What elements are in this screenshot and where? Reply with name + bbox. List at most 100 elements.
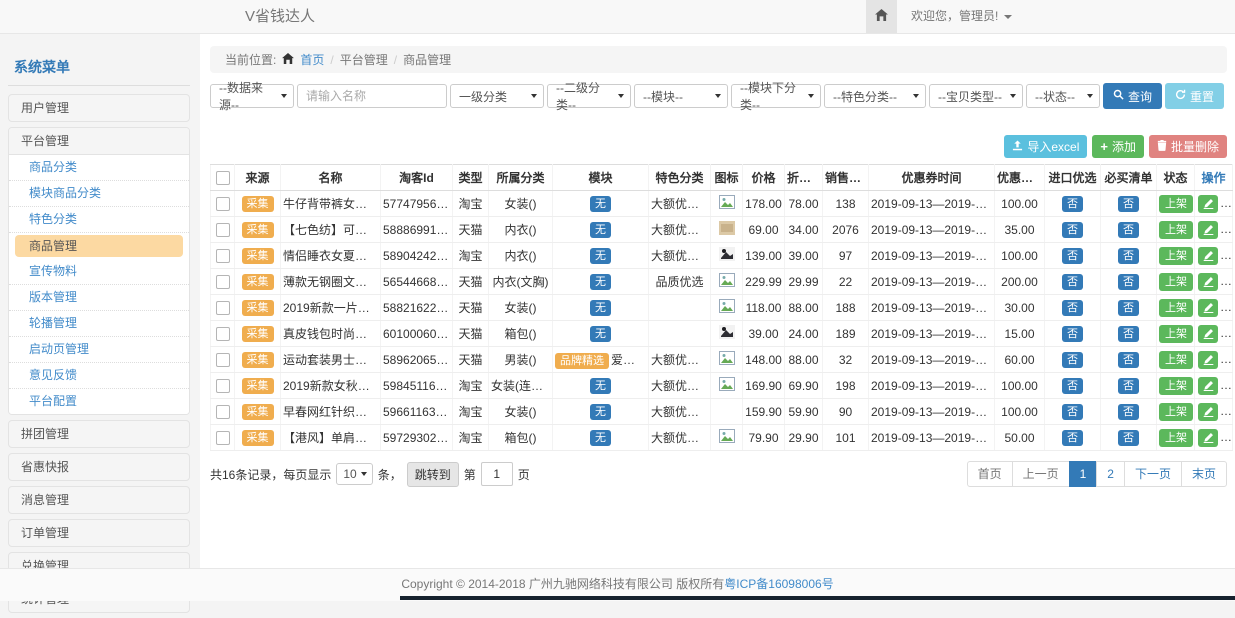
price: 118.00 — [743, 295, 785, 321]
operations-cell — [1195, 191, 1233, 217]
filter-select[interactable]: --二级分类-- — [547, 84, 631, 108]
page-button[interactable]: 末页 — [1181, 461, 1227, 487]
coupon-time: 2019-09-13—2019-09-17 — [869, 269, 995, 295]
edit-button[interactable] — [1198, 247, 1218, 265]
table-head: 来源名称淘客Id类型所属分类模块特色分类图标价格折后价销售数量优惠券时间优惠券金… — [211, 165, 1233, 191]
page-button[interactable]: 1 — [1069, 461, 1098, 487]
name-search-input[interactable] — [297, 84, 447, 108]
edit-button[interactable] — [1198, 195, 1218, 213]
sidebar-item[interactable]: 轮播管理 — [9, 311, 189, 337]
sales-count: 138 — [823, 191, 869, 217]
edit-button[interactable] — [1198, 377, 1218, 395]
feature-category: 大额优惠券 — [649, 425, 711, 451]
filter-select[interactable]: --数据来源-- — [210, 84, 294, 108]
source-badge: 采集 — [242, 430, 274, 446]
row-checkbox[interactable] — [216, 353, 230, 367]
search-button[interactable]: 查询 — [1103, 83, 1162, 109]
operations-cell — [1195, 399, 1233, 425]
taoke-id: 588216228899 — [381, 295, 453, 321]
sidebar-item[interactable]: 意见反馈 — [9, 363, 189, 389]
price: 169.90 — [743, 373, 785, 399]
filter-select-label: 一级分类 — [459, 88, 507, 105]
sidebar-item[interactable]: 商品管理 — [15, 235, 183, 257]
icp-link[interactable]: 粤ICP备16098006号 — [724, 577, 833, 591]
sidebar-group-header[interactable]: 拼团管理 — [8, 420, 190, 448]
add-button[interactable]: + 添加 — [1092, 135, 1144, 158]
edit-button[interactable] — [1198, 273, 1218, 291]
sidebar: 系统菜单 用户管理平台管理商品分类模块商品分类特色分类商品管理宣传物料版本管理轮… — [8, 55, 190, 618]
table-row: 采集【七色纺】可爱纯棉家...588869917501天猫内衣()无大额优惠券6… — [211, 217, 1233, 243]
source-badge: 采集 — [242, 222, 274, 238]
import-excel-button[interactable]: 导入excel — [1004, 135, 1087, 158]
product-name: 情侣睡衣女夏丝绸男士... — [281, 243, 381, 269]
per-page-select[interactable]: 10 — [336, 463, 372, 485]
filter-select[interactable]: --状态-- — [1026, 84, 1100, 108]
row-checkbox[interactable] — [216, 275, 230, 289]
sidebar-item[interactable]: 启动页管理 — [9, 337, 189, 363]
select-all-checkbox[interactable] — [216, 171, 230, 185]
per-page-unit-text: 条， — [378, 466, 402, 483]
page-button[interactable]: 2 — [1096, 461, 1125, 487]
coupon-amount: 60.00 — [995, 347, 1045, 373]
module-badge: 无 — [590, 196, 611, 212]
user-menu[interactable]: 欢迎您，管理员! — [897, 0, 1028, 33]
sales-count: 22 — [823, 269, 869, 295]
page-button[interactable]: 首页 — [967, 461, 1013, 487]
row-checkbox[interactable] — [216, 249, 230, 263]
chevron-down-icon — [618, 94, 624, 98]
edit-button[interactable] — [1198, 299, 1218, 317]
must-buy-badge: 否 — [1118, 300, 1139, 316]
source-badge: 采集 — [242, 274, 274, 290]
filter-select[interactable]: --宝贝类型-- — [929, 84, 1023, 108]
filter-select[interactable]: --特色分类-- — [824, 84, 926, 108]
edit-button[interactable] — [1198, 429, 1218, 447]
filter-select[interactable]: 一级分类 — [450, 84, 544, 108]
sidebar-item[interactable]: 模块商品分类 — [9, 181, 189, 207]
sidebar-group-header[interactable]: 平台管理 — [9, 128, 189, 155]
batch-delete-label: 批量删除 — [1171, 138, 1219, 155]
sales-count: 101 — [823, 425, 869, 451]
edit-button[interactable] — [1198, 351, 1218, 369]
sidebar-item[interactable]: 平台配置 — [9, 389, 189, 414]
sidebar-item[interactable]: 宣传物料 — [9, 259, 189, 285]
coupon-time: 2019-09-13—2019-09-18 — [869, 425, 995, 451]
sidebar-group-header[interactable]: 省惠快报 — [8, 453, 190, 481]
sidebar-item[interactable]: 特色分类 — [9, 207, 189, 233]
page-button[interactable]: 上一页 — [1012, 461, 1070, 487]
import-select-badge: 否 — [1062, 196, 1083, 212]
filter-select-label: --宝贝类型-- — [938, 88, 1002, 105]
page-button[interactable]: 下一页 — [1124, 461, 1182, 487]
batch-delete-button[interactable]: 批量删除 — [1149, 135, 1227, 158]
reset-button[interactable]: 重置 — [1165, 83, 1224, 109]
column-header-feature-category: 特色分类 — [649, 165, 711, 191]
product-category: 内衣() — [489, 217, 553, 243]
row-checkbox[interactable] — [216, 327, 230, 341]
breadcrumb-home-link[interactable]: 首页 — [300, 51, 324, 68]
row-checkbox[interactable] — [216, 301, 230, 315]
taoke-id: 589620659791 — [381, 347, 453, 373]
filter-select[interactable]: --模块-- — [634, 84, 728, 108]
sidebar-group-header[interactable]: 消息管理 — [8, 486, 190, 514]
product-category: 女装() — [489, 191, 553, 217]
top-header: V省钱达人 欢迎您，管理员! — [0, 0, 1235, 34]
row-checkbox[interactable] — [216, 197, 230, 211]
sales-count: 188 — [823, 295, 869, 321]
edit-button[interactable] — [1198, 221, 1218, 239]
sidebar-group-header[interactable]: 订单管理 — [8, 519, 190, 547]
sidebar-item[interactable]: 版本管理 — [9, 285, 189, 311]
row-checkbox[interactable] — [216, 405, 230, 419]
sidebar-group-header[interactable]: 用户管理 — [8, 94, 190, 122]
app-title: V省钱达人 — [245, 0, 315, 33]
refresh-icon — [1175, 89, 1186, 103]
row-checkbox[interactable] — [216, 223, 230, 237]
edit-button[interactable] — [1198, 403, 1218, 421]
edit-button[interactable] — [1198, 325, 1218, 343]
page-number-input[interactable] — [481, 462, 513, 486]
jump-button[interactable]: 跳转到 — [407, 462, 459, 487]
row-checkbox[interactable] — [216, 431, 230, 445]
filter-select[interactable]: --模块下分类-- — [731, 84, 821, 108]
sidebar-item[interactable]: 商品分类 — [9, 155, 189, 181]
sidebar-group: 省惠快报 — [8, 453, 190, 481]
home-button[interactable] — [866, 0, 897, 33]
row-checkbox[interactable] — [216, 379, 230, 393]
